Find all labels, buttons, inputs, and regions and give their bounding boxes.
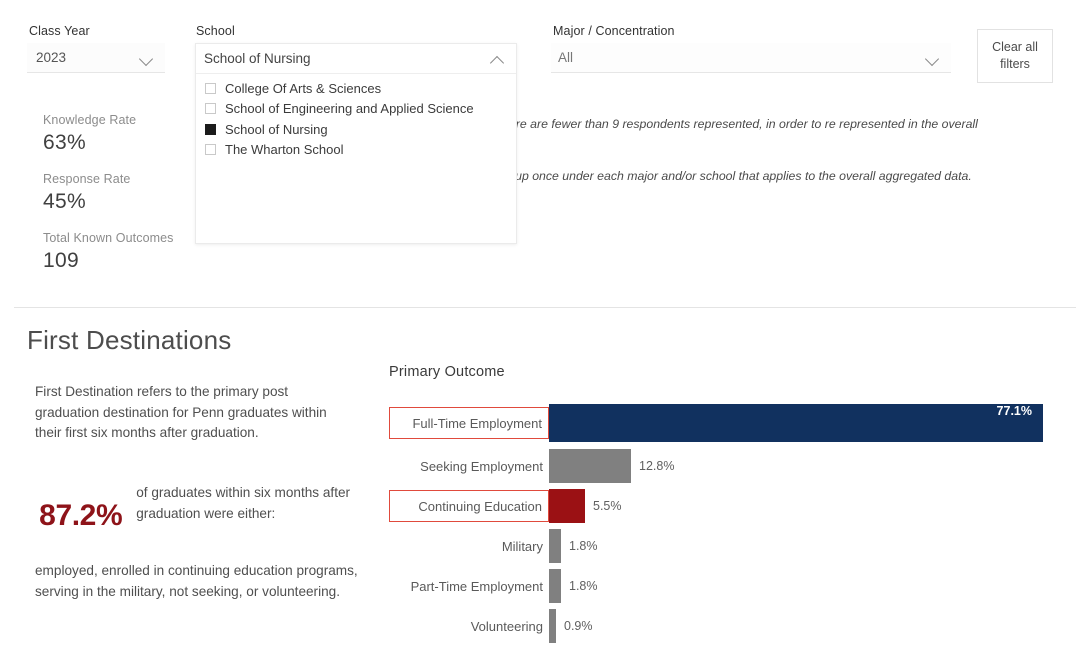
stat-value: 45%: [43, 190, 130, 214]
bar-value-label: 77.1%: [997, 404, 1032, 418]
major-value: All: [551, 50, 925, 65]
table-row[interactable]: Volunteering 0.9%: [389, 606, 1059, 646]
class-year-value: 2023: [27, 50, 139, 65]
school-option-label: School of Nursing: [225, 122, 328, 137]
school-option-label: College Of Arts & Sciences: [225, 81, 381, 96]
bar-value-label: 1.8%: [569, 579, 598, 593]
bar[interactable]: 77.1%: [549, 404, 1043, 442]
bar-value-label: 1.8%: [569, 539, 598, 553]
chevron-down-icon: [139, 50, 155, 66]
school-option-label: The Wharton School: [225, 142, 344, 157]
bar-category-label: Part-Time Employment: [411, 579, 549, 594]
bar-label[interactable]: Part-Time Employment: [389, 570, 549, 602]
bar-category-label: Full-Time Employment: [412, 416, 548, 431]
school-option[interactable]: College Of Arts & Sciences: [196, 78, 516, 99]
bar-label[interactable]: Volunteering: [389, 610, 549, 642]
major-select[interactable]: All: [551, 43, 951, 73]
chevron-down-icon: [925, 50, 941, 66]
bar-value-label: 12.8%: [639, 459, 674, 473]
school-option-label: School of Engineering and Applied Scienc…: [225, 101, 474, 116]
bar-label-selected[interactable]: Full-Time Employment: [389, 407, 549, 439]
school-select-header[interactable]: School of Nursing: [196, 44, 516, 74]
page-title: First Destinations: [27, 325, 231, 356]
stat-label: Response Rate: [43, 172, 130, 186]
bar[interactable]: [549, 609, 556, 643]
school-multiselect[interactable]: School of Nursing College Of Arts & Scie…: [195, 43, 517, 244]
bar-value-label: 5.5%: [593, 499, 622, 513]
class-year-label: Class Year: [29, 24, 90, 38]
bar[interactable]: [549, 529, 561, 563]
stat-label: Total Known Outcomes: [43, 231, 174, 245]
bar-category-label: Volunteering: [471, 619, 549, 634]
headline-stat: 87.2% of graduates within six months aft…: [35, 481, 365, 533]
bar[interactable]: [549, 449, 631, 483]
checkbox-icon[interactable]: [205, 83, 216, 94]
class-year-select[interactable]: 2023: [27, 43, 165, 73]
headline-tail-text: employed, enrolled in continuing educati…: [35, 561, 360, 602]
school-option[interactable]: The Wharton School: [196, 140, 516, 161]
school-label: School: [196, 24, 235, 38]
bar-label-selected[interactable]: Continuing Education: [389, 490, 549, 522]
checkbox-icon[interactable]: [205, 144, 216, 155]
stat-value: 109: [43, 249, 174, 273]
table-row[interactable]: Continuing Education 5.5%: [389, 486, 1059, 526]
school-options-list: College Of Arts & Sciences School of Eng…: [196, 74, 516, 160]
table-row[interactable]: Military 1.8%: [389, 526, 1059, 566]
school-option[interactable]: School of Engineering and Applied Scienc…: [196, 99, 516, 120]
dashboard-page: Class Year 2023 School School of Nursing…: [0, 0, 1080, 647]
primary-outcome-bar-chart: Full-Time Employment 77.1% Seeking Emplo…: [389, 400, 1059, 646]
section-divider: [14, 307, 1076, 308]
school-selected-value: School of Nursing: [196, 51, 490, 66]
headline-percent-text: of graduates within six months after gra…: [136, 481, 365, 524]
chevron-up-icon[interactable]: [490, 51, 506, 67]
stat-knowledge-rate: Knowledge Rate 63%: [43, 113, 136, 155]
clear-all-filters-button[interactable]: Clear all filters: [977, 29, 1053, 83]
bar-category-label: Military: [502, 539, 549, 554]
bar-value-label: 0.9%: [564, 619, 593, 633]
bar[interactable]: [549, 569, 561, 603]
bar-label[interactable]: Military: [389, 530, 549, 562]
table-row[interactable]: Part-Time Employment 1.8%: [389, 566, 1059, 606]
table-row[interactable]: Full-Time Employment 77.1%: [389, 400, 1059, 446]
major-label: Major / Concentration: [553, 24, 675, 38]
bar-label[interactable]: Seeking Employment: [389, 450, 549, 482]
stat-label: Knowledge Rate: [43, 113, 136, 127]
table-row[interactable]: Seeking Employment 12.8%: [389, 446, 1059, 486]
stat-response-rate: Response Rate 45%: [43, 172, 130, 214]
stat-value: 63%: [43, 131, 136, 155]
first-destinations-description: First Destination refers to the primary …: [35, 382, 355, 444]
bar-category-label: Seeking Employment: [420, 459, 549, 474]
bar[interactable]: [549, 489, 585, 523]
chart-title: Primary Outcome: [389, 364, 505, 380]
bar-category-label: Continuing Education: [418, 499, 548, 514]
checkbox-checked-icon[interactable]: [205, 124, 216, 135]
headline-percent: 87.2%: [35, 481, 136, 533]
checkbox-icon[interactable]: [205, 103, 216, 114]
school-option[interactable]: School of Nursing: [196, 119, 516, 140]
clear-all-filters-label: Clear all filters: [978, 39, 1052, 73]
stat-total-known-outcomes: Total Known Outcomes 109: [43, 231, 174, 273]
